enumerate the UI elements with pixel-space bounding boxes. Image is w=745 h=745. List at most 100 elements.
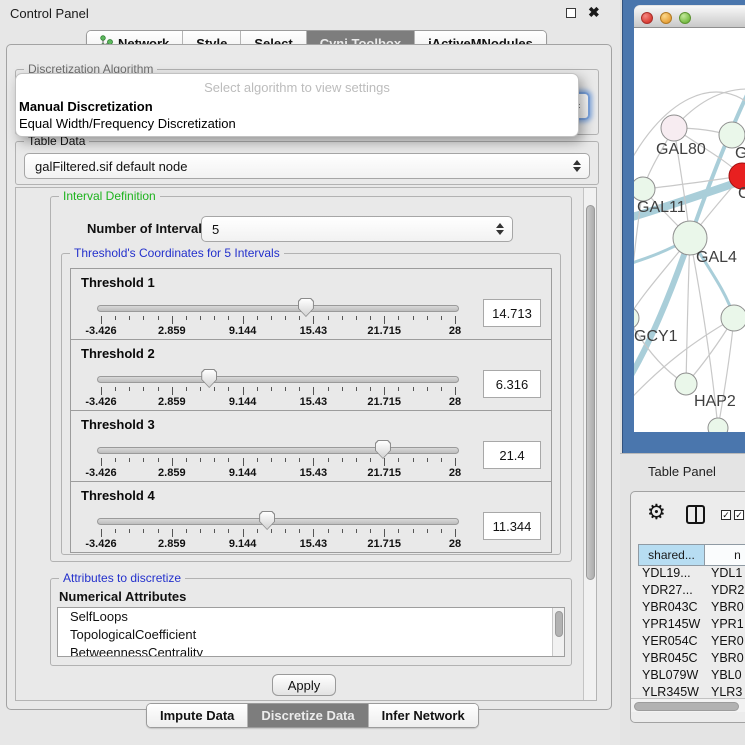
cell-name[interactable]: YPR1 <box>707 617 745 634</box>
cell-name[interactable]: YER0 <box>707 634 745 651</box>
network-node[interactable] <box>634 307 639 329</box>
algorithm-option-manual[interactable]: Manual Discretization <box>19 99 153 114</box>
table-row[interactable]: YBL079WYBL0 <box>638 668 745 685</box>
network-node[interactable] <box>661 115 687 141</box>
table-row[interactable]: YDR27...YDR2 <box>638 583 745 600</box>
slider-thumb[interactable] <box>298 298 314 317</box>
slider-scale-labels: -3.4262.8599.14415.4321.71528 <box>101 325 455 337</box>
numerical-attributes-list[interactable]: SelfLoopsTopologicalCoefficientBetweenne… <box>57 607 565 657</box>
network-node[interactable] <box>634 177 655 201</box>
algorithm-dropdown-popup: Select algorithm to view settings Manual… <box>15 73 579 137</box>
table-row[interactable]: YPR145WYPR1 <box>638 617 745 634</box>
cell-shared-name[interactable]: YLR345W <box>638 685 707 698</box>
settings-vertical-scrollbar[interactable] <box>583 188 596 700</box>
slider-track[interactable] <box>97 376 459 383</box>
network-node[interactable] <box>721 305 745 331</box>
network-view-window: GAL80GACGAL11GAL4GCY1HHAP2 <box>622 0 745 453</box>
table-data-combobox[interactable]: galFiltered.sif default node <box>24 153 590 179</box>
threshold-slider[interactable]: -3.4262.8599.14415.4321.71528 <box>97 439 459 479</box>
cell-name[interactable]: YLR3 <box>707 685 745 698</box>
threshold-slider[interactable]: -3.4262.8599.14415.4321.71528 <box>97 297 459 337</box>
float-window-icon[interactable] <box>566 8 576 18</box>
network-canvas[interactable]: GAL80GACGAL11GAL4GCY1HHAP2 <box>634 28 745 432</box>
threshold-value-field[interactable]: 14.713 <box>483 299 541 327</box>
table-panel-title: Table Panel <box>648 464 716 479</box>
tab-infer-network[interactable]: Infer Network <box>369 704 478 727</box>
apply-button[interactable]: Apply <box>272 674 336 696</box>
attribute-item[interactable]: SelfLoops <box>58 608 564 626</box>
threshold-value-field[interactable]: 11.344 <box>483 512 541 540</box>
slider-thumb[interactable] <box>375 440 391 459</box>
algorithm-option-equal-width[interactable]: Equal Width/Frequency Discretization <box>19 116 236 131</box>
cell-name[interactable]: YBR0 <box>707 600 745 617</box>
table-scrollbar-thumb[interactable] <box>634 702 739 711</box>
cell-name[interactable]: YDL1 <box>707 566 745 583</box>
slider-thumb[interactable] <box>259 511 275 530</box>
table-row[interactable]: YDL19...YDL1 <box>638 566 745 583</box>
slider-track[interactable] <box>97 518 459 525</box>
threshold-slider[interactable]: -3.4262.8599.14415.4321.71528 <box>97 510 459 550</box>
gear-icon[interactable]: ⚙ <box>647 500 666 525</box>
network-window-titlebar[interactable] <box>634 5 745 28</box>
cell-shared-name[interactable]: YBR045C <box>638 651 707 668</box>
minimize-traffic-light-icon[interactable] <box>660 12 672 24</box>
cell-shared-name[interactable]: YBL079W <box>638 668 707 685</box>
algorithm-hint-text: Select algorithm to view settings <box>16 80 578 95</box>
table-row[interactable]: YBR043CYBR0 <box>638 600 745 617</box>
slider-ticks <box>101 316 455 325</box>
number-of-intervals-combobox[interactable]: 5 <box>201 216 513 242</box>
threshold-label: Threshold 2 <box>81 346 155 361</box>
table-horizontal-scrollbar[interactable] <box>631 698 745 712</box>
slider-thumb[interactable] <box>201 369 217 388</box>
tab-impute-data[interactable]: Impute Data <box>147 704 248 727</box>
table-row[interactable]: YLR345WYLR3 <box>638 685 745 698</box>
number-of-intervals-value: 5 <box>212 222 219 237</box>
threshold-slider[interactable]: -3.4262.8599.14415.4321.71528 <box>97 368 459 408</box>
network-edge[interactable] <box>686 238 690 384</box>
column-header-shared[interactable]: shared... <box>638 544 705 566</box>
checkbox-icon[interactable]: ✓ <box>721 510 731 520</box>
attributes-group: Attributes to discretize Numerical Attri… <box>50 578 572 666</box>
cell-name[interactable]: YBR0 <box>707 651 745 668</box>
table-panel-box: ⚙ ✓ ✓ shared... n YDL19...YDL1YDR27...YD… <box>630 491 745 723</box>
network-node-label: C <box>738 185 745 202</box>
attributes-scrollbar-thumb[interactable] <box>555 611 563 637</box>
settings-scrollbar-thumb[interactable] <box>586 205 595 580</box>
cell-shared-name[interactable]: YDR27... <box>638 583 707 600</box>
threshold-value-field[interactable]: 21.4 <box>483 441 541 469</box>
cell-shared-name[interactable]: YDL19... <box>638 566 707 583</box>
slider-track[interactable] <box>97 447 459 454</box>
network-node[interactable] <box>708 418 728 432</box>
slider-scale-labels: -3.4262.8599.14415.4321.71528 <box>101 467 455 479</box>
close-icon[interactable]: ✖ <box>588 4 600 21</box>
table-header-row: shared... n <box>638 544 745 566</box>
slider-track[interactable] <box>97 305 459 312</box>
cell-shared-name[interactable]: YPR145W <box>638 617 707 634</box>
network-node[interactable] <box>675 373 697 395</box>
zoom-traffic-light-icon[interactable] <box>679 12 691 24</box>
column-header-name[interactable]: n <box>705 544 745 566</box>
cell-shared-name[interactable]: YER054C <box>638 634 707 651</box>
close-traffic-light-icon[interactable] <box>641 12 653 24</box>
network-node-label: HAP2 <box>694 393 736 410</box>
thresholds-group-title: Threshold's Coordinates for 5 Intervals <box>70 246 284 260</box>
threshold-value-field[interactable]: 6.316 <box>483 370 541 398</box>
slider-ticks <box>101 529 455 538</box>
table-row[interactable]: YER054CYER0 <box>638 634 745 651</box>
checkbox-icon[interactable]: ✓ <box>734 510 744 520</box>
network-edge[interactable] <box>718 318 734 428</box>
threshold-label: Threshold 3 <box>81 417 155 432</box>
network-node-label: GCY1 <box>634 328 678 345</box>
interval-definition-title: Interval Definition <box>59 189 160 203</box>
cell-name[interactable]: YDR2 <box>707 583 745 600</box>
tab-discretize-data[interactable]: Discretize Data <box>248 704 368 727</box>
split-columns-icon[interactable] <box>686 505 705 524</box>
cell-name[interactable]: YBL0 <box>707 668 745 685</box>
cell-shared-name[interactable]: YBR043C <box>638 600 707 617</box>
attributes-scrollbar[interactable] <box>552 608 564 656</box>
attribute-item[interactable]: BetweennessCentrality <box>58 644 564 657</box>
table-data-group: Table Data galFiltered.sif default node <box>15 141 599 185</box>
table-row[interactable]: YBR045CYBR0 <box>638 651 745 668</box>
network-node-label: GAL4 <box>696 249 737 266</box>
attribute-item[interactable]: TopologicalCoefficient <box>58 626 564 644</box>
